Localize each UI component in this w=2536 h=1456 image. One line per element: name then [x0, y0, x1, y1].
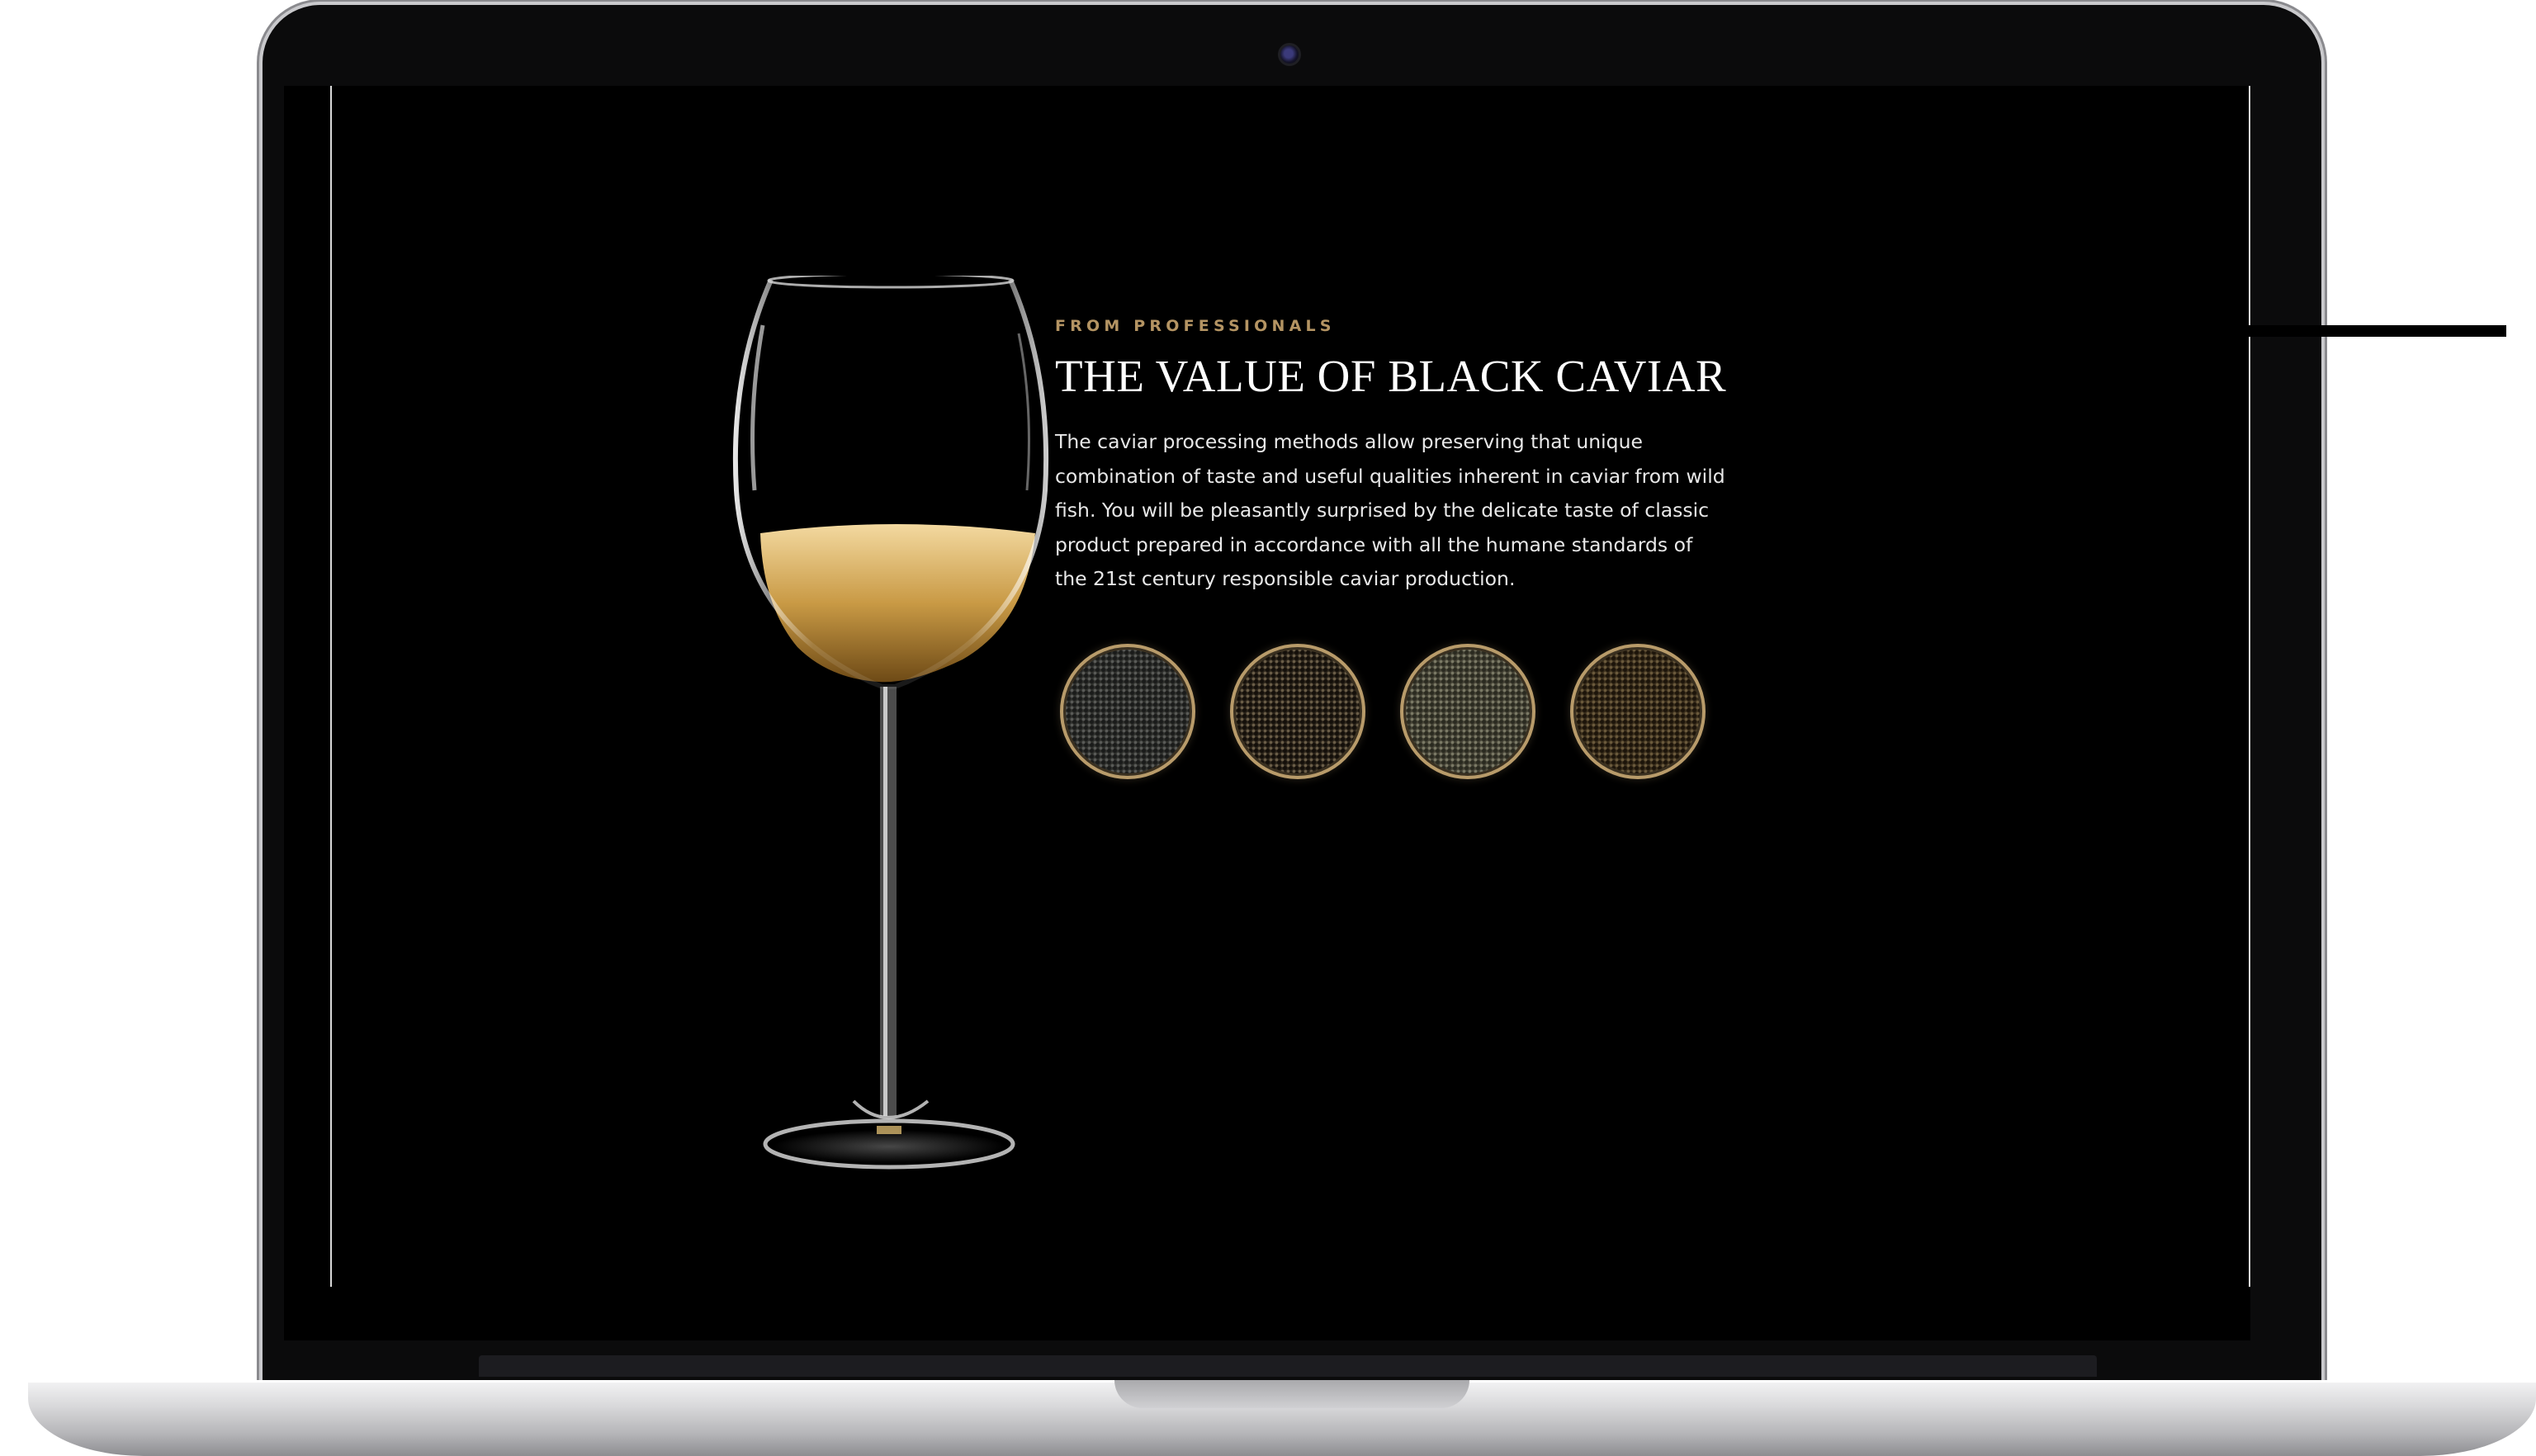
eyebrow-label: FROM PROFESSIONALS — [1055, 317, 1336, 335]
caviar-tins-row — [1060, 644, 1720, 784]
hero-description: The caviar processing methods allow pres… — [1055, 430, 1725, 590]
webcam-icon — [1278, 43, 1301, 66]
lid-bottom-strip — [479, 1355, 2097, 1377]
frame-line-left — [330, 86, 332, 1287]
frame-line-right — [2249, 86, 2250, 1287]
caviar-tin-3[interactable] — [1400, 644, 1535, 779]
caviar-tin-4[interactable] — [1570, 644, 1706, 779]
caviar-tin-2[interactable] — [1230, 644, 1365, 779]
caviar-tin-1[interactable] — [1060, 644, 1195, 779]
hero-content: FROM PROFESSIONALS THE VALUE OF BLACK CA… — [1055, 317, 1740, 597]
decorative-line — [2245, 325, 2506, 337]
laptop-mockup: FROM PROFESSIONALS THE VALUE OF BLACK CA… — [0, 0, 2536, 1456]
wine-glass-image — [730, 272, 1076, 1184]
page-title: THE VALUE OF BLACK CAVIAR — [1055, 351, 1727, 401]
trackpad-notch — [1114, 1380, 1469, 1408]
